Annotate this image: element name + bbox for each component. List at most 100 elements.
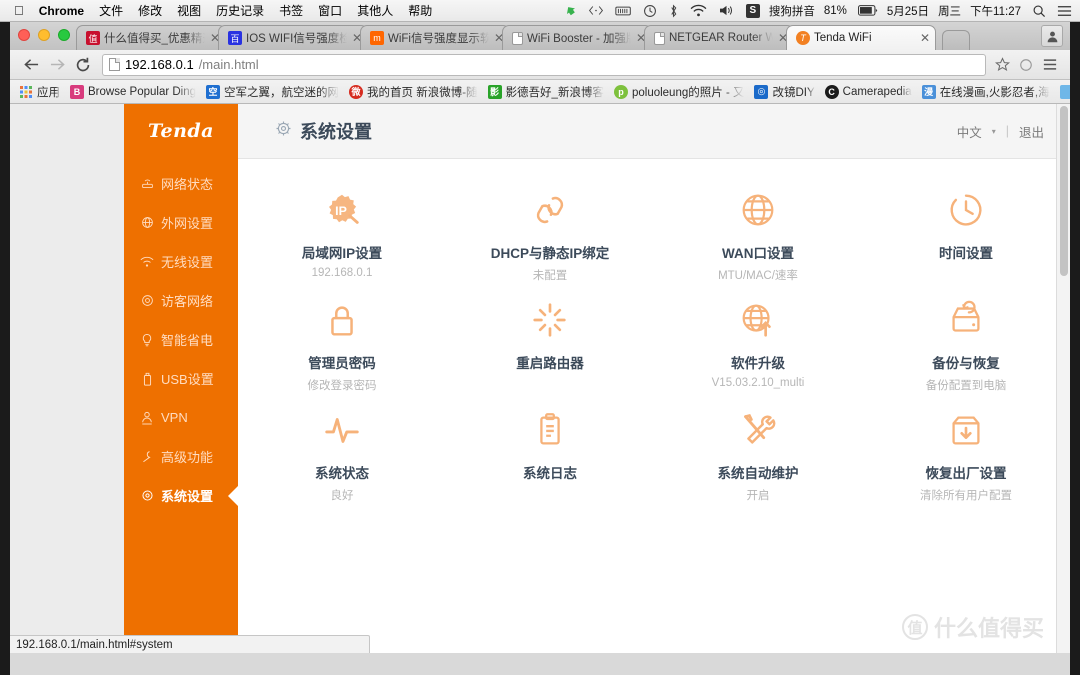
bookmark-favicon-icon: 微 (349, 84, 364, 99)
bookmark-item[interactable]: ◎ 改镜DIY (749, 82, 819, 102)
menubar-item-edit[interactable]: 修改 (138, 2, 162, 19)
reload-button[interactable] (70, 53, 96, 77)
sidebar-item-advanced[interactable]: 高级功能 (124, 437, 238, 476)
apple-logo-icon[interactable]:  (14, 4, 24, 17)
minimize-window-button[interactable] (38, 29, 50, 41)
menubar-item-window[interactable]: 窗口 (318, 2, 342, 19)
sidebar-item-wan-settings[interactable]: 外网设置 (124, 203, 238, 242)
bookmark-item[interactable]: 微 我的首页 新浪微博-随 (344, 82, 483, 102)
chrome-window: 值 什么值得买_优惠精选丨国 ✕ 百 IOS WIFI信号强度检测_百度 ✕ m… (10, 22, 1070, 675)
extension-icon[interactable] (1014, 53, 1038, 77)
tab-close-icon[interactable]: ✕ (919, 32, 931, 44)
browser-tab[interactable]: WiFi Booster - 加强版WiFi ✕ (502, 25, 652, 50)
bookmark-label: 改镜DIY (772, 86, 815, 99)
sidebar-nav: 网络状态 外网设置 无线设置 访客网络 智能省电 USB设置 VPN 高级功能 … (124, 164, 239, 515)
battery-meter-icon[interactable] (615, 5, 632, 17)
wifi-icon[interactable] (690, 4, 707, 17)
bookmark-item[interactable]: 影 影德吾好_新浪博客 (483, 82, 609, 102)
macos-menubar:  Chrome 文件 修改 视图 历史记录 书签 窗口 其他人 帮助 S 搜狗… (0, 0, 1080, 22)
code-brackets-icon[interactable] (588, 4, 604, 17)
bookmark-favicon-icon: 空 (206, 84, 221, 99)
maximize-window-button[interactable] (58, 29, 70, 41)
notification-center-icon[interactable] (1057, 5, 1072, 17)
address-bar[interactable]: 192.168.0.1/main.html (102, 53, 986, 76)
folder-icon (1059, 84, 1070, 99)
bookmark-folder[interactable]: 已导入 (1055, 82, 1070, 102)
spotlight-search-icon[interactable] (1032, 4, 1046, 18)
card-system-status[interactable]: 系统状态 良好 (250, 402, 435, 512)
sidebar-item-system-settings[interactable]: 系统设置 (124, 476, 239, 515)
bookmarks-bar: 应用 B Browse Popular Ding 空 空军之翼，航空迷的网 微 … (10, 80, 1070, 104)
sidebar-item-network-status[interactable]: 网络状态 (124, 164, 238, 203)
card-title: 系统日志 (523, 466, 577, 481)
menubar-weekday: 周三 (938, 5, 962, 18)
bookmark-item[interactable]: C Camerapedia (820, 83, 917, 101)
volume-icon[interactable] (718, 4, 735, 17)
sogou-input-badge[interactable]: S (745, 3, 760, 18)
bookmark-favicon-icon: C (824, 84, 839, 99)
sidebar-item-smart-power[interactable]: 智能省电 (124, 320, 238, 359)
bookmark-apps[interactable]: 应用 (14, 82, 65, 102)
bluetooth-icon[interactable] (668, 3, 679, 18)
close-window-button[interactable] (18, 29, 30, 41)
menubar-item-bookmarks[interactable]: 书签 (279, 2, 303, 19)
sidebar-item-vpn[interactable]: VPN (124, 398, 238, 437)
wrench-icon (140, 450, 154, 463)
sidebar-item-guest-network[interactable]: 访客网络 (124, 281, 238, 320)
bookmark-item[interactable]: B Browse Popular Ding (65, 83, 201, 101)
card-backup-restore[interactable]: 备份与恢复 备份配置到电脑 (874, 292, 1059, 402)
sidebar-item-usb-settings[interactable]: USB设置 (124, 359, 238, 398)
tab-title: 什么值得买_优惠精选丨国 (104, 33, 205, 45)
card-wan-settings[interactable]: WAN口设置 MTU/MAC/速率 (666, 182, 851, 292)
scrollbar-thumb[interactable] (1060, 106, 1068, 276)
forward-button[interactable] (44, 53, 70, 77)
menubar-item-view[interactable]: 视图 (177, 2, 201, 19)
language-selector[interactable]: 中文 (957, 122, 982, 141)
page-scrollbar[interactable] (1056, 104, 1070, 653)
bookmark-favicon-icon: 影 (487, 84, 502, 99)
time-machine-icon[interactable] (643, 4, 657, 18)
card-dhcp-static-ip[interactable]: DHCP与静态IP绑定 未配置 (458, 182, 643, 292)
menubar-item-chrome[interactable]: Chrome (39, 4, 84, 18)
bookmark-item[interactable]: p poluoleung的照片 - 又 (609, 82, 750, 102)
card-factory-reset[interactable]: 恢复出厂设置 清除所有用户配置 (874, 402, 1059, 512)
logout-button[interactable]: 退出 (1019, 122, 1044, 141)
menubar-item-help[interactable]: 帮助 (408, 2, 432, 19)
browser-tab[interactable]: 值 什么值得买_优惠精选丨国 ✕ (76, 25, 226, 50)
clock-icon (874, 188, 1059, 232)
chrome-menu-icon[interactable] (1038, 53, 1062, 77)
bookmark-item[interactable]: 漫 在线漫画,火影忍者,海 (917, 82, 1055, 102)
browser-tab[interactable]: NETGEAR Router WNDR4 ✕ (644, 25, 794, 50)
sidebar-item-label: 无线设置 (161, 255, 214, 270)
browser-tab[interactable]: m WiFi信号强度显示软件 WiF ✕ (360, 25, 510, 50)
battery-icon[interactable] (857, 5, 878, 16)
bookmark-item[interactable]: 空 空军之翼，航空迷的网 (201, 82, 344, 102)
card-system-log[interactable]: 系统日志 (458, 402, 643, 512)
bookmark-favicon-icon: 漫 (921, 84, 936, 99)
card-lan-ip-settings[interactable]: IP 局域网IP设置 192.168.0.1 (250, 182, 435, 292)
page-title: 系统设置 (275, 118, 372, 144)
menubar-item-history[interactable]: 历史记录 (216, 2, 264, 19)
menubar-item-people[interactable]: 其他人 (357, 2, 393, 19)
browser-tab-active[interactable]: T Tenda WiFi ✕ (786, 25, 936, 50)
dropbox-arrow-icon[interactable] (564, 4, 577, 17)
status-bar: 192.168.0.1/main.html#system (10, 635, 370, 653)
card-admin-password[interactable]: 管理员密码 修改登录密码 (250, 292, 435, 402)
new-tab-button[interactable] (942, 30, 970, 50)
tab-strip: 值 什么值得买_优惠精选丨国 ✕ 百 IOS WIFI信号强度检测_百度 ✕ m… (10, 22, 1070, 50)
browser-toolbar: 192.168.0.1/main.html (10, 50, 1070, 80)
sidebar-item-wireless-settings[interactable]: 无线设置 (124, 242, 238, 281)
card-auto-maintenance[interactable]: 系统自动维护 开启 (666, 402, 851, 512)
browser-tab[interactable]: 百 IOS WIFI信号强度检测_百度 ✕ (218, 25, 368, 50)
card-firmware-upgrade[interactable]: 软件升级 V15.03.2.10_multi (666, 292, 851, 402)
card-time-settings[interactable]: 时间设置 (874, 182, 1059, 292)
tab-favicon-icon: 百 (228, 31, 242, 45)
menubar-status-area: S 搜狗拼音 81% 5月25日 周三 下午11:27 (553, 3, 1080, 19)
bookmark-star-icon[interactable] (990, 53, 1014, 77)
globe-icon (666, 188, 851, 232)
chevron-down-icon[interactable]: ▾ (992, 127, 996, 136)
card-reboot-router[interactable]: 重启路由器 (458, 292, 643, 402)
menubar-item-file[interactable]: 文件 (99, 2, 123, 19)
back-button[interactable] (18, 53, 44, 77)
profile-avatar-icon[interactable] (1041, 25, 1063, 47)
